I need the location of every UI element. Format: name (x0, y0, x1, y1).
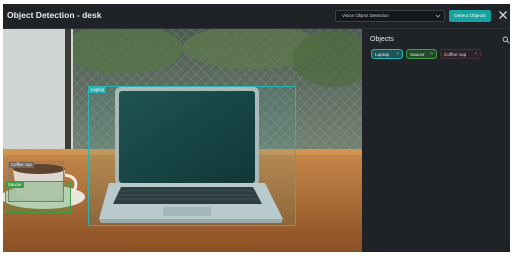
close-icon[interactable] (497, 9, 509, 21)
header-bar: Object Detection - desk Vision Object De… (3, 4, 510, 29)
chip-laptop[interactable]: Laptop × (371, 49, 403, 59)
chip-label: Saucer (410, 52, 425, 57)
bbox-label: Saucer (6, 182, 24, 188)
bbox-label: Laptop (89, 87, 107, 93)
chevron-down-icon (435, 14, 441, 18)
objects-title: Objects (370, 36, 394, 43)
objects-panel: Objects Laptop × Saucer × Coffee cup × (362, 29, 510, 252)
remove-icon[interactable]: × (430, 50, 433, 59)
remove-icon[interactable]: × (474, 50, 477, 59)
chip-coffee-cup[interactable]: Coffee cup × (440, 49, 481, 59)
remove-icon[interactable]: × (396, 50, 399, 59)
object-detection-window: Object Detection - desk Vision Object De… (3, 4, 510, 252)
model-select[interactable]: Vision Object Detection (335, 10, 445, 22)
page-title: Object Detection - desk (7, 10, 102, 20)
bbox-label: Coffee cup (9, 162, 34, 168)
detect-objects-button[interactable]: Detect Objects (449, 10, 491, 22)
chip-label: Laptop (375, 52, 390, 57)
bbox-laptop[interactable]: Laptop (88, 86, 296, 226)
chip-saucer[interactable]: Saucer × (406, 49, 437, 59)
bbox-saucer[interactable]: Saucer (5, 181, 71, 213)
image-viewer[interactable]: Laptop Coffee cup Saucer (3, 29, 362, 252)
model-select-value: Vision Object Detection (342, 13, 389, 18)
search-icon[interactable] (502, 36, 510, 44)
chip-label: Coffee cup (444, 52, 467, 57)
